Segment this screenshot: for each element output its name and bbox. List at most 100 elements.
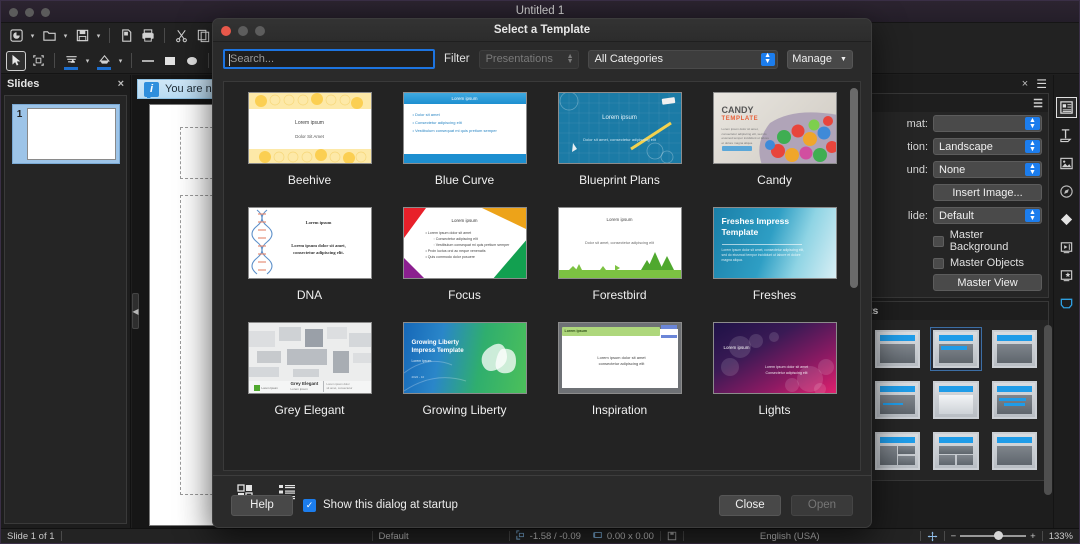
master-objects-row[interactable]: Master Objects — [864, 255, 1048, 271]
sidebar-tab-shapes[interactable] — [1056, 209, 1077, 230]
sidebar-tab-styles[interactable] — [1056, 125, 1077, 146]
template-thumbnail[interactable]: CANDY TEMPLATE Lorem ipsum dolor sit ame… — [712, 92, 837, 164]
template-thumbnail[interactable]: Lorem ipsum Dolor Sit Amet — [247, 92, 372, 164]
layouts-grid[interactable] — [864, 320, 1048, 480]
zoom-out-button[interactable]: − — [951, 531, 957, 542]
insert-rectangle-icon[interactable] — [160, 51, 180, 71]
save-doc-icon[interactable] — [72, 26, 92, 46]
layout-item-0[interactable] — [872, 327, 923, 371]
template-item-grey-elegant[interactable]: Grey Elegant Lorem ipsum Lorem ipsum dol… — [232, 322, 387, 433]
master-slide-combo[interactable]: Default ▲ ▼ — [933, 207, 1042, 224]
copy-icon[interactable] — [193, 26, 213, 46]
line-color-icon[interactable] — [61, 51, 81, 71]
slide-thumbnail[interactable]: 1 — [11, 104, 120, 164]
panel-menu-icon[interactable]: ☰ — [1033, 97, 1043, 110]
layout-item-4[interactable] — [930, 378, 981, 422]
template-thumbnail[interactable]: Growing Liberty Impress Template Lorem I… — [402, 322, 527, 394]
orientation-combo[interactable]: Landscape ▲ ▼ — [933, 138, 1042, 155]
search-input[interactable]: Search... — [223, 49, 435, 69]
zoom-slider[interactable]: − + — [945, 531, 1042, 542]
template-item-growing-liberty[interactable]: Growing Liberty Impress Template Lorem I… — [387, 322, 542, 433]
layout-item-7[interactable] — [930, 429, 981, 473]
sidebar-scrollbar[interactable] — [1044, 325, 1052, 495]
language-indicator[interactable]: English (USA) — [754, 531, 826, 542]
template-thumbnail[interactable]: Lorem ipsum • Dolor sit amet • Consectetu… — [402, 92, 527, 164]
template-thumbnail[interactable]: Lorem ipsum Dolor sit amet, consectetur … — [557, 207, 682, 279]
master-background-checkbox[interactable] — [933, 235, 944, 247]
template-thumbnail[interactable]: Lorem ipsum • Lorem ipsum dolor sit amet… — [402, 207, 527, 279]
sidebar-tab-properties[interactable] — [1056, 97, 1077, 118]
format-combo[interactable]: ▲ ▼ — [933, 115, 1042, 132]
show-at-startup-row[interactable]: ✓ Show this dialog at startup — [303, 498, 458, 512]
line-color-dropdown-icon[interactable]: ▾ — [83, 51, 92, 71]
insert-image-button[interactable]: Insert Image... — [933, 184, 1042, 201]
manage-button[interactable]: Manage ▼ — [786, 49, 853, 69]
close-button[interactable]: Close — [719, 494, 781, 516]
sidebar-tab-master-slides[interactable] — [1056, 293, 1077, 314]
close-icon[interactable]: × — [1022, 78, 1028, 90]
chevron-updown-icon[interactable]: ▲ ▼ — [1025, 140, 1040, 153]
sidebar-tab-gallery[interactable] — [1056, 153, 1077, 174]
fill-color-icon[interactable] — [94, 51, 114, 71]
help-button[interactable]: Help — [231, 494, 293, 516]
slides-list[interactable]: 1 — [4, 95, 127, 524]
chevron-updown-icon[interactable]: ▲ ▼ — [1025, 209, 1040, 222]
template-item-freshes[interactable]: Freshes Impress Template Lorem ipsum dol… — [697, 207, 852, 318]
template-thumbnail[interactable]: Lorem ipsum Lorem ipsum dolor sit amet, c… — [247, 207, 372, 279]
insert-ellipse-icon[interactable] — [182, 51, 202, 71]
sidebar-tab-navigator[interactable] — [1056, 181, 1077, 202]
template-item-candy[interactable]: CANDY TEMPLATE Lorem ipsum dolor sit ame… — [697, 92, 852, 203]
sidebar-tab-animation[interactable] — [1056, 265, 1077, 286]
new-doc-icon[interactable] — [6, 26, 26, 46]
template-item-lights[interactable]: Lorem ipsum Lorem ipsum dolor sit amet Co… — [697, 322, 852, 433]
master-background-row[interactable]: Master Background — [864, 227, 1048, 255]
template-thumbnail[interactable]: Grey Elegant Lorem ipsum Lorem ipsum dol… — [247, 322, 372, 394]
fill-color-dropdown-icon[interactable]: ▾ — [116, 51, 125, 71]
new-doc-dropdown-icon[interactable]: ▾ — [28, 26, 37, 46]
template-item-forestbird[interactable]: Lorem ipsum Dolor sit amet, consectetur … — [542, 207, 697, 318]
template-item-blueprint-plans[interactable]: Lorem ipsum Dolor sit amet, consectetur … — [542, 92, 697, 203]
zoom-in-button[interactable]: + — [1030, 531, 1036, 542]
layout-item-1[interactable] — [930, 327, 982, 371]
save-status-icon[interactable] — [661, 531, 683, 541]
fit-slide-icon[interactable] — [921, 531, 944, 542]
close-icon[interactable]: × — [118, 78, 124, 90]
zoom-tool-icon[interactable] — [28, 51, 48, 71]
sidebar-tab-slide-transition[interactable] — [1056, 237, 1077, 258]
layout-item-3[interactable] — [872, 378, 923, 422]
template-item-inspiration[interactable]: Lorem ipsum Lorem ipsum dolor sit amet co… — [542, 322, 697, 433]
print-icon[interactable] — [138, 26, 158, 46]
template-thumbnail[interactable]: Lorem ipsum Lorem ipsum dolor sit amet co… — [557, 322, 682, 394]
insert-line-icon[interactable] — [138, 51, 158, 71]
chevron-updown-icon[interactable]: ▲ ▼ — [567, 53, 574, 66]
chevron-updown-icon[interactable]: ▲ ▼ — [1025, 163, 1040, 176]
export-pdf-icon[interactable] — [116, 26, 136, 46]
template-scrollbar[interactable] — [850, 88, 858, 288]
template-item-blue-curve[interactable]: Lorem ipsum • Dolor sit amet • Consectetu… — [387, 92, 542, 203]
select-tool-icon[interactable] — [6, 50, 26, 71]
open-doc-dropdown-icon[interactable]: ▾ — [61, 26, 70, 46]
template-item-focus[interactable]: Lorem ipsum • Lorem ipsum dolor sit amet… — [387, 207, 542, 318]
master-objects-checkbox[interactable] — [933, 257, 944, 269]
chevron-updown-icon[interactable]: ▲ ▼ — [1025, 117, 1040, 130]
zoom-level[interactable]: 133% — [1043, 531, 1079, 542]
template-thumbnail[interactable]: Freshes Impress Template Lorem ipsum dol… — [712, 207, 837, 279]
open-doc-icon[interactable] — [39, 26, 59, 46]
category-select[interactable]: All Categories ▲ ▼ — [587, 49, 778, 69]
zoom-slider-knob[interactable] — [994, 531, 1004, 540]
layout-item-6[interactable] — [872, 429, 923, 473]
chevron-updown-icon[interactable]: ▲ ▼ — [760, 52, 775, 66]
panel-collapse-handle[interactable]: ◀ — [132, 293, 139, 329]
template-item-dna[interactable]: Lorem ipsum Lorem ipsum dolor sit amet, c… — [232, 207, 387, 318]
template-item-beehive[interactable]: Lorem ipsum Dolor Sit Amet Beehive — [232, 92, 387, 203]
cut-icon[interactable] — [171, 26, 191, 46]
master-view-button[interactable]: Master View — [933, 274, 1042, 291]
layout-item-2[interactable] — [989, 327, 1040, 371]
filter-type-select[interactable]: Presentations ▲ ▼ — [478, 49, 579, 69]
show-at-startup-checkbox[interactable]: ✓ — [303, 498, 316, 512]
zoom-slider-track[interactable] — [960, 531, 1027, 540]
layout-item-8[interactable] — [989, 429, 1040, 473]
background-combo[interactable]: None ▲ ▼ — [933, 161, 1042, 178]
template-thumbnail[interactable]: Lorem ipsum Lorem ipsum dolor sit amet Co… — [712, 322, 837, 394]
template-grid-area[interactable]: Lorem ipsum Dolor Sit Amet Beehive Lorem… — [223, 81, 861, 471]
